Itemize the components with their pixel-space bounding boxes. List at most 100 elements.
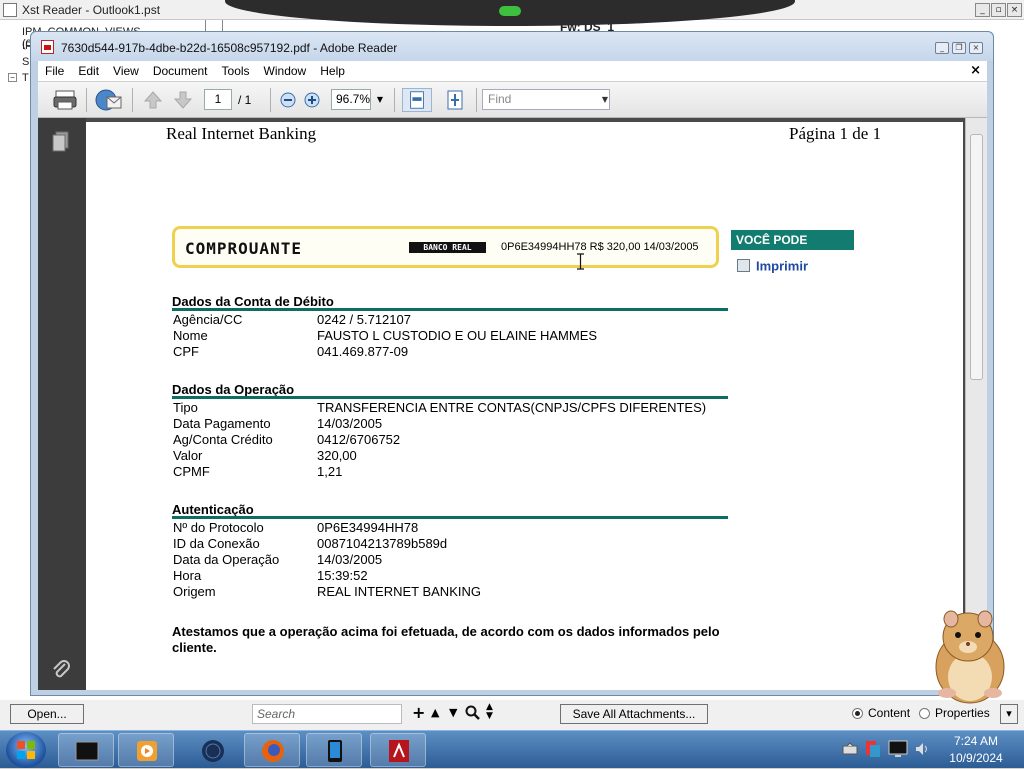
menu-document[interactable]: Document xyxy=(146,61,215,81)
section-title: Autenticação xyxy=(172,502,254,517)
taskbar-adobe-reader-button[interactable] xyxy=(370,733,426,767)
zoom-out-icon[interactable] xyxy=(278,88,298,112)
field-label: Ag/Conta Crédito xyxy=(173,432,273,447)
tree-item[interactable]: S xyxy=(22,56,29,68)
content-radio-label[interactable]: Content xyxy=(868,706,910,720)
fit-width-icon[interactable] xyxy=(442,88,468,112)
menu-edit[interactable]: Edit xyxy=(71,61,106,81)
volume-icon[interactable] xyxy=(914,741,930,757)
zoom-in-icon[interactable] xyxy=(302,88,322,112)
document-area: Real Internet Banking Página 1 de 1 COMP… xyxy=(38,118,987,690)
open-button[interactable]: Open... xyxy=(10,704,84,724)
folder-tree: IPM_COMMON_VIEWS (0) IP S − T xyxy=(0,20,141,710)
updown-icon[interactable]: ▲ ▼ xyxy=(486,703,493,721)
toolbar: 1 / 1 96.7% ▼ Find ▼ xyxy=(38,81,987,118)
content-radio[interactable] xyxy=(852,708,863,719)
next-page-icon[interactable] xyxy=(172,88,194,112)
close-document-button[interactable]: × xyxy=(970,63,981,78)
menu-view[interactable]: View xyxy=(106,61,146,81)
page-total-label: / 1 xyxy=(238,93,252,107)
system-tray: 7:24 AM 10/9/2024 xyxy=(836,731,1024,769)
taskbar-media-player-button[interactable] xyxy=(118,733,174,767)
start-button[interactable] xyxy=(6,732,46,768)
section-divider xyxy=(172,308,728,311)
search-icon[interactable] xyxy=(465,705,481,721)
green-indicator-icon xyxy=(499,6,521,16)
globe-icon xyxy=(202,740,224,762)
data-row: Data da Operação 14/03/2005 xyxy=(172,552,728,568)
taskbar-firefox-button[interactable] xyxy=(244,733,300,767)
reader-restore-button[interactable]: ❐ xyxy=(952,42,966,54)
adobe-reader-window: 7630d544-917b-4dbe-b22d-16508c957192.pdf… xyxy=(30,31,994,696)
close-button[interactable]: × xyxy=(1007,3,1022,17)
menu-tools[interactable]: Tools xyxy=(215,61,257,81)
print-icon[interactable] xyxy=(52,88,78,112)
add-icon[interactable]: + xyxy=(412,703,425,722)
chevron-up-icon[interactable]: ▲ xyxy=(431,706,439,719)
tree-item[interactable]: T xyxy=(22,72,29,84)
taskbar: 7:24 AM 10/9/2024 xyxy=(0,730,1024,768)
field-label: Agência/CC xyxy=(173,312,243,327)
attachments-paperclip-icon[interactable] xyxy=(50,658,72,680)
minimize-button[interactable]: _ xyxy=(975,3,990,17)
receipt-banner: COMPROUANTE BANCO REAL 0P6E34994HH78 R$ … xyxy=(172,226,719,268)
chevron-down-icon[interactable]: ▼ xyxy=(599,89,611,110)
imprimir-label[interactable]: Imprimir xyxy=(756,258,808,273)
properties-radio[interactable] xyxy=(919,708,930,719)
field-label: Valor xyxy=(173,448,203,463)
scroll-down-button[interactable]: ▾ xyxy=(1000,704,1018,724)
taskbar-tablet-button[interactable] xyxy=(306,733,362,767)
page-number-input[interactable]: 1 xyxy=(204,89,232,110)
field-value: TRANSFERENCIA ENTRE CONTAS(CNPJS/CPFS DI… xyxy=(317,400,707,415)
field-value: 0087104213789b589d xyxy=(317,536,448,551)
terminal-icon xyxy=(75,741,99,761)
field-value: REAL INTERNET BANKING xyxy=(317,584,481,599)
reader-close-button[interactable]: × xyxy=(969,42,983,54)
data-row: Valor 320,00 xyxy=(172,448,728,464)
clock-date[interactable]: 10/9/2024 xyxy=(940,751,1012,765)
properties-radio-label[interactable]: Properties xyxy=(935,706,990,720)
taskbar-globe-button[interactable] xyxy=(184,733,240,767)
printer-icon xyxy=(737,259,750,273)
maximize-button[interactable]: ▫ xyxy=(991,3,1006,17)
save-all-attachments-button[interactable]: Save All Attachments... xyxy=(560,704,708,724)
imprimir-link[interactable]: Imprimir xyxy=(737,258,808,273)
field-value: 15:39:52 xyxy=(317,568,368,583)
xst-bottom-bar: Open... Search + ▲ ▼ ▲ ▼ Save All Attachm… xyxy=(0,700,1024,730)
email-icon[interactable] xyxy=(94,88,124,112)
data-row: Agência/CC 0242 / 5.712107 xyxy=(172,312,728,328)
field-value: 0412/6706752 xyxy=(317,432,401,447)
reader-window-title: 7630d544-917b-4dbe-b22d-16508c957192.pdf… xyxy=(61,41,398,55)
field-value: FAUSTO L CUSTODIO E OU ELAINE HAMMES xyxy=(317,328,598,343)
reader-minimize-button[interactable]: _ xyxy=(935,42,949,54)
previous-page-icon[interactable] xyxy=(142,88,164,112)
field-label: Nº do Protocolo xyxy=(173,520,264,535)
toolbar-separator xyxy=(476,88,477,112)
chevron-down-icon[interactable]: ▼ xyxy=(449,706,457,719)
field-label: Hora xyxy=(173,568,202,583)
pdf-file-icon xyxy=(41,40,54,54)
field-label: Origem xyxy=(173,584,216,599)
display-icon[interactable] xyxy=(888,739,908,759)
scrollbar-thumb[interactable] xyxy=(970,134,983,380)
fit-page-icon[interactable] xyxy=(402,88,432,112)
zoom-level-input[interactable]: 96.7% xyxy=(331,89,371,110)
banner-info: 0P6E34994HH78 R$ 320,00 14/03/2005 xyxy=(501,241,699,253)
taskbar-terminal-button[interactable] xyxy=(58,733,114,767)
show-hidden-icons-icon[interactable] xyxy=(842,741,858,757)
menu-help[interactable]: Help xyxy=(313,61,352,81)
bank-logo: BANCO REAL xyxy=(409,242,486,253)
find-input[interactable]: Find xyxy=(482,89,610,110)
field-value: 041.469.877-09 xyxy=(317,344,409,359)
network-icon[interactable] xyxy=(864,739,882,759)
media-player-icon xyxy=(137,741,157,761)
menu-window[interactable]: Window xyxy=(257,61,314,81)
tree-collapse-icon[interactable]: − xyxy=(8,73,17,82)
search-input[interactable]: Search xyxy=(252,704,402,724)
chevron-down-icon[interactable]: ▼ xyxy=(373,89,387,110)
menu-file[interactable]: File xyxy=(38,61,71,81)
tablet-icon xyxy=(328,740,342,762)
clock-time[interactable]: 7:24 AM xyxy=(946,734,1006,748)
pages-panel-icon[interactable] xyxy=(50,130,72,154)
field-label: Data Pagamento xyxy=(173,416,271,431)
